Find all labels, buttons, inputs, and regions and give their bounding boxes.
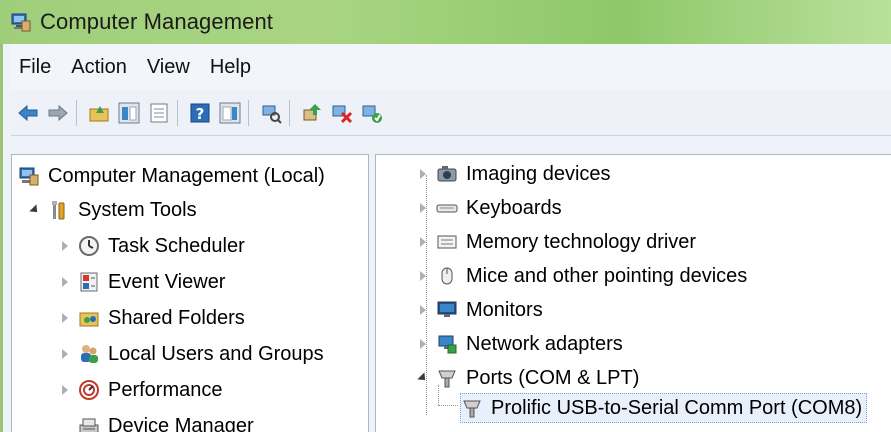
tree-item-label: Event Viewer (108, 270, 226, 293)
collapsed-arrow-icon[interactable] (58, 275, 72, 289)
up-folder-icon[interactable] (86, 100, 112, 126)
uninstall-device-icon[interactable] (359, 100, 385, 126)
tree-item-task-scheduler[interactable]: Task Scheduler (58, 231, 245, 261)
menu-action[interactable]: Action (69, 54, 129, 81)
device-category-imaging[interactable]: Imaging devices (416, 159, 611, 189)
port-icon (436, 367, 458, 389)
clock-icon (78, 235, 100, 257)
collapsed-arrow-icon[interactable] (416, 167, 430, 181)
collapsed-arrow-icon[interactable] (58, 239, 72, 253)
svg-text:?: ? (196, 105, 205, 123)
keyboard-icon (436, 197, 458, 219)
update-driver-icon[interactable] (299, 100, 325, 126)
tree-item-label: Device Manager (108, 414, 254, 432)
device-label: Prolific USB-to-Serial Comm Port (COM8) (491, 396, 863, 419)
performance-icon (78, 379, 100, 401)
collapsed-arrow-icon[interactable] (58, 347, 72, 361)
device-tree-pane[interactable]: Imaging devices Keyboards Memory technol… (375, 154, 891, 432)
show-hide-console-tree-icon[interactable] (116, 100, 142, 126)
help-icon[interactable]: ? (187, 100, 213, 126)
monitor-icon (436, 299, 458, 321)
device-manager-icon (78, 415, 100, 432)
device-category-keyboards[interactable]: Keyboards (416, 193, 562, 223)
device-category-memory[interactable]: Memory technology driver (416, 227, 696, 257)
tree-root-label: Computer Management (Local) (48, 164, 325, 187)
device-category-ports[interactable]: Ports (COM & LPT) (416, 363, 639, 393)
collapsed-arrow-icon[interactable] (416, 303, 430, 317)
console-tree-pane[interactable]: Computer Management (Local) System Tools… (11, 154, 369, 432)
properties-icon[interactable] (146, 100, 172, 126)
tree-item-label: System Tools (78, 198, 197, 221)
device-category-label: Monitors (466, 298, 543, 321)
toolbar: ? (11, 90, 891, 136)
tree-guide-line (438, 385, 439, 405)
menu-view[interactable]: View (145, 54, 192, 81)
collapsed-arrow-icon[interactable] (416, 235, 430, 249)
collapsed-arrow-icon[interactable] (58, 383, 72, 397)
toolbar-separator (248, 99, 249, 126)
device-category-label: Network adapters (466, 332, 623, 355)
tree-guide-line (438, 405, 458, 406)
back-arrow-icon[interactable] (15, 100, 41, 126)
device-category-label: Keyboards (466, 196, 562, 219)
toolbar-separator (76, 99, 77, 126)
shared-folder-icon (78, 307, 100, 329)
device-category-label: Mice and other pointing devices (466, 264, 748, 287)
tree-item-label: Shared Folders (108, 306, 245, 329)
tree-item-event-viewer[interactable]: Event Viewer (58, 267, 225, 297)
device-prolific-usb-serial-port[interactable]: Prolific USB-to-Serial Comm Port (COM8) (460, 393, 868, 423)
collapsed-arrow-icon[interactable] (58, 311, 72, 325)
device-category-network[interactable]: Network adapters (416, 329, 623, 359)
title-bar[interactable]: Computer Management (0, 0, 891, 44)
device-category-label: Ports (COM & LPT) (466, 366, 640, 389)
tree-item-label: Task Scheduler (108, 234, 245, 257)
tree-root-computer-management[interactable]: Computer Management (Local) (18, 161, 325, 191)
forward-arrow-icon[interactable] (45, 100, 71, 126)
tree-item-label: Performance (108, 378, 223, 401)
computer-management-icon (10, 11, 32, 33)
device-category-label: Memory technology driver (466, 230, 697, 253)
show-hide-action-pane-icon[interactable] (217, 100, 243, 126)
mouse-icon (436, 265, 458, 287)
port-icon (461, 397, 483, 419)
menu-help[interactable]: Help (208, 54, 253, 81)
disable-device-icon[interactable] (329, 100, 355, 126)
device-category-monitors[interactable]: Monitors (416, 295, 543, 325)
tools-icon (48, 199, 70, 221)
menu-file[interactable]: File (17, 54, 53, 81)
toolbar-separator (177, 99, 178, 126)
event-viewer-icon (78, 271, 100, 293)
tree-item-performance[interactable]: Performance (58, 375, 223, 405)
device-category-label: Imaging devices (466, 162, 611, 185)
scan-hardware-icon[interactable] (258, 100, 284, 126)
computer-management-icon (18, 165, 40, 187)
menu-bar: File Action View Help (11, 44, 891, 90)
tree-item-system-tools[interactable]: System Tools (28, 195, 197, 225)
expanded-arrow-icon[interactable] (416, 371, 430, 385)
tree-item-device-manager[interactable]: Device Manager (78, 411, 254, 432)
camera-icon (436, 163, 458, 185)
toolbar-separator (289, 99, 290, 126)
network-adapter-icon (436, 333, 458, 355)
memory-icon (436, 231, 458, 253)
collapsed-arrow-icon[interactable] (416, 269, 430, 283)
collapsed-arrow-icon[interactable] (416, 337, 430, 351)
main-window: File Action View Help ? Computer Managem… (0, 44, 891, 432)
device-category-mice[interactable]: Mice and other pointing devices (416, 261, 747, 291)
window-title: Computer Management (40, 9, 274, 34)
tree-item-label: Local Users and Groups (108, 342, 324, 365)
tree-item-shared-folders[interactable]: Shared Folders (58, 303, 245, 333)
tree-item-local-users-groups[interactable]: Local Users and Groups (58, 339, 324, 369)
users-icon (78, 343, 100, 365)
expanded-arrow-icon[interactable] (28, 203, 42, 217)
collapsed-arrow-icon[interactable] (416, 201, 430, 215)
